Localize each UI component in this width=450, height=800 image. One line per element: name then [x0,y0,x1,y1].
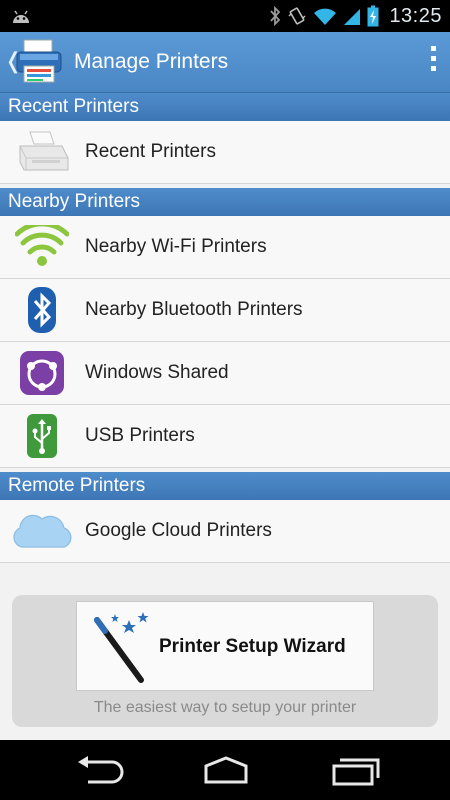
printer-icon [14,127,70,177]
section-header-remote: Remote Printers [0,472,450,500]
list-item-google-cloud[interactable]: Google Cloud Printers [0,500,450,563]
android-icon [13,10,29,23]
list-item-windows-shared[interactable]: Windows Shared [0,342,450,405]
magic-wand-icon [94,612,149,683]
list-item-label: Nearby Bluetooth Printers [85,299,303,320]
app-printer-icon[interactable] [14,38,64,86]
bluetooth-icon [270,6,281,26]
section-header-recent: Recent Printers [0,93,450,121]
recent-apps-icon[interactable] [330,754,382,786]
list-item-usb-printers[interactable]: USB Printers [0,405,450,468]
list-item-label: USB Printers [85,425,195,446]
bluetooth-icon [14,285,70,335]
list-item-label: Windows Shared [85,362,229,383]
back-icon[interactable] [72,754,124,786]
list-item-label: Nearby Wi-Fi Printers [85,236,267,257]
overflow-menu-icon[interactable] [428,46,438,78]
list-item-nearby-bluetooth[interactable]: Nearby Bluetooth Printers [0,279,450,342]
list-item-label: Google Cloud Printers [85,520,272,541]
setup-wizard-panel: Printer Setup Wizard The easiest way to … [12,595,438,727]
usb-icon [14,411,70,461]
wifi-icon [314,8,337,25]
list-item-label: Recent Printers [85,141,216,162]
wifi-icon [14,222,70,272]
status-bar: 13:25 [0,0,450,32]
list-item-recent-printers[interactable]: Recent Printers [0,121,450,184]
section-header-nearby: Nearby Printers [0,188,450,216]
signal-icon [344,9,361,25]
list-item-nearby-wifi[interactable]: Nearby Wi-Fi Printers [0,216,450,279]
page-title: Manage Printers [74,50,229,73]
printer-setup-wizard-button[interactable]: Printer Setup Wizard [76,601,374,691]
windows-shared-icon [14,348,70,398]
wizard-button-label: Printer Setup Wizard [159,636,346,657]
vibrate-icon [288,7,306,25]
navigation-bar [0,740,450,800]
action-bar: ❬ Manage Printers [0,32,450,93]
battery-icon [367,5,379,27]
cloud-icon [10,506,74,556]
wizard-subtitle: The easiest way to setup your printer [93,699,357,716]
home-icon[interactable] [200,754,252,786]
status-time: 13:25 [389,4,442,27]
